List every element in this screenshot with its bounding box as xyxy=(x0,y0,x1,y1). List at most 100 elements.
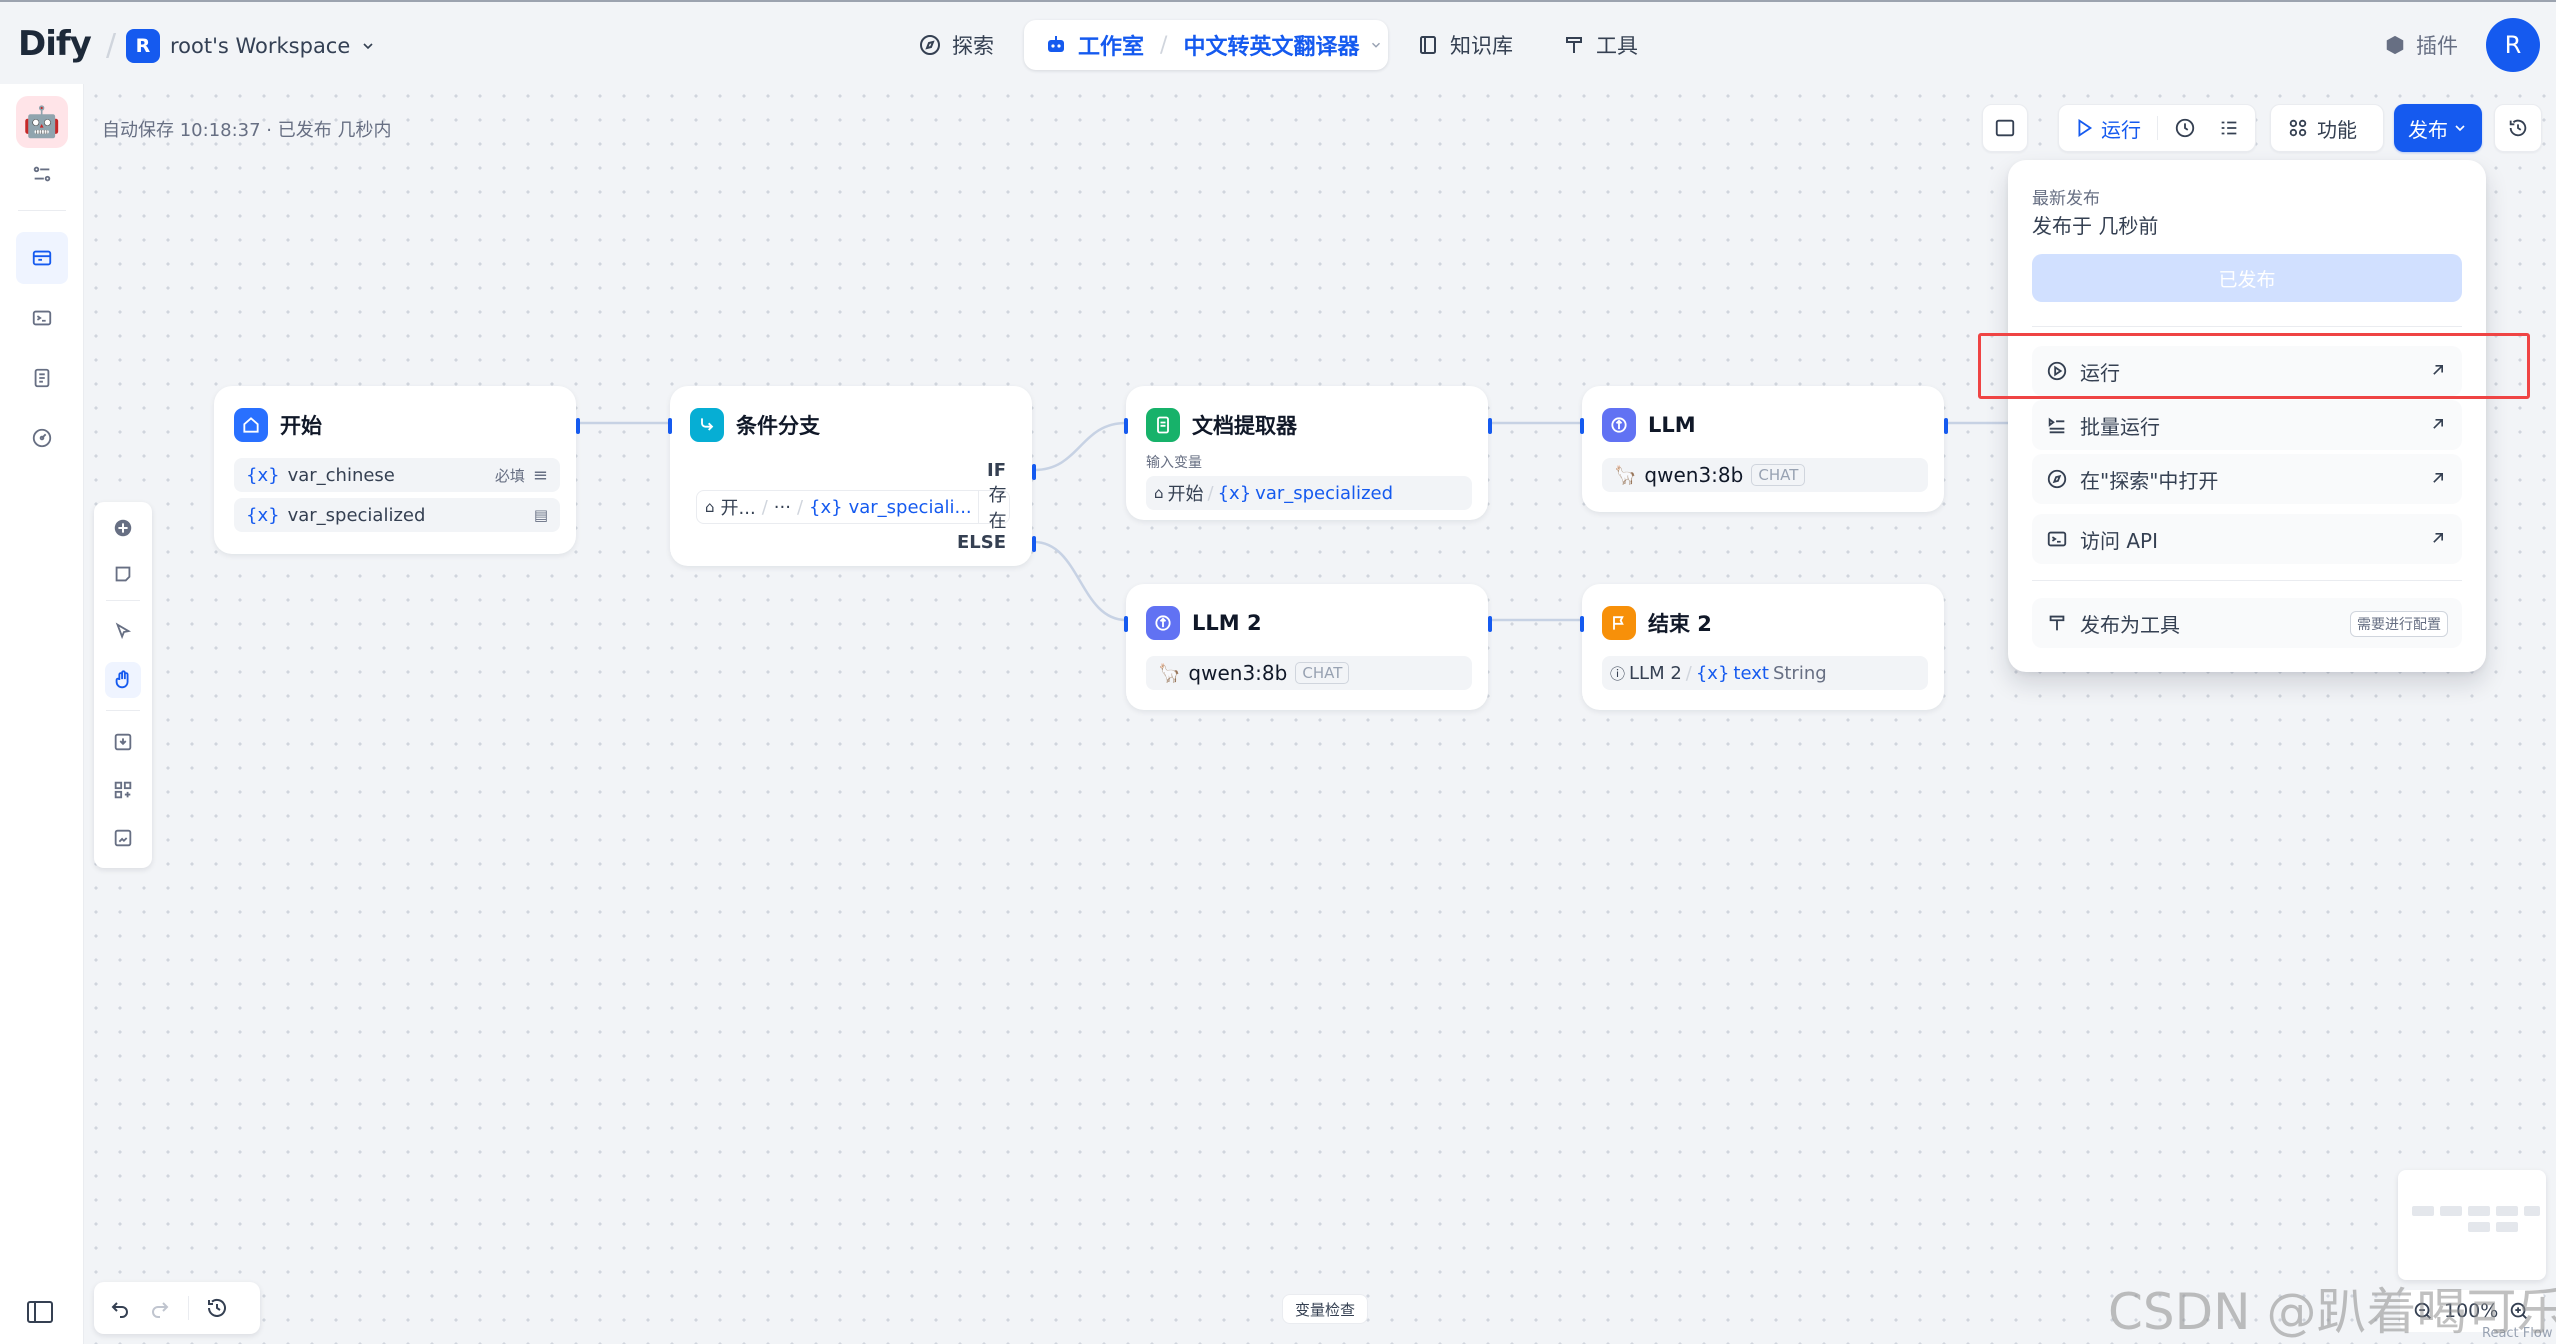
condition-row: ⌂ 开... / ··· / {x} var_speciali... 存在 xyxy=(696,485,1010,532)
hand-icon[interactable] xyxy=(105,662,141,698)
nav-knowledge-label: 知识库 xyxy=(1450,34,1513,58)
plugins-button[interactable]: 插件 xyxy=(2384,30,2458,60)
checklist-icon[interactable] xyxy=(2218,117,2240,139)
cond-op: 存在 xyxy=(977,485,1007,532)
app-settings-icon[interactable] xyxy=(24,156,60,192)
node-title: 结束 2 xyxy=(1648,612,1712,636)
node-if-else[interactable]: 条件分支 IF ⌂ 开... / ··· / {x} var_speciali.… xyxy=(668,386,1036,566)
node-title: 开始 xyxy=(280,414,322,438)
nav-tools[interactable]: 工具 xyxy=(1562,22,1638,68)
menu-access-api-label: 访问 API xyxy=(2080,528,2158,553)
target-handle[interactable] xyxy=(1124,616,1128,632)
logs-icon[interactable] xyxy=(24,360,60,396)
target-handle[interactable] xyxy=(1124,418,1128,434)
required-badge: 必填 xyxy=(494,466,525,485)
monitoring-icon[interactable] xyxy=(24,420,60,456)
target-handle[interactable] xyxy=(1580,616,1584,632)
input-var-row: ⌂ 开始 / {x} var_specialized xyxy=(1146,476,1472,510)
user-avatar[interactable]: R xyxy=(2486,18,2540,72)
organize-icon[interactable] xyxy=(105,772,141,808)
else-source-handle[interactable] xyxy=(1032,536,1036,552)
node-header: 结束 2 xyxy=(1602,606,1712,640)
start-var-row: {x} var_specialized ▤ xyxy=(234,498,560,532)
variable-icon: {x} xyxy=(246,464,280,486)
run-button[interactable]: 运行 xyxy=(2073,114,2141,143)
sidebar-toggle-icon[interactable] xyxy=(26,1300,56,1326)
run-toolbar: 运行 xyxy=(2058,104,2256,152)
nav-studio[interactable]: 工作室 / 中文转英文翻译器 xyxy=(1024,20,1388,70)
nav-explore[interactable]: 探索 xyxy=(918,22,994,68)
sidebar-divider xyxy=(18,210,66,211)
minimap-node xyxy=(2468,1206,2490,1216)
source-handle[interactable] xyxy=(1488,616,1492,632)
src-node: 开始 xyxy=(1167,484,1204,505)
list-play-icon xyxy=(2048,417,2065,434)
publish-button[interactable]: 发布 xyxy=(2394,104,2482,152)
menu-publish-as-tool[interactable]: 发布为工具 需要进行配置 xyxy=(2032,598,2462,648)
menu-divider xyxy=(2032,580,2462,581)
published-button[interactable]: 已发布 xyxy=(2032,254,2462,302)
input-label: 输入变量 xyxy=(1146,455,1202,471)
workspace-switcher[interactable]: R root's Workspace xyxy=(126,27,376,65)
node-start[interactable]: 开始 {x} var_chinese 必填 ≡ {x} var_speciali… xyxy=(214,386,580,554)
model-row: 🦙 qwen3:8b CHAT xyxy=(1602,458,1928,492)
redo-icon[interactable] xyxy=(148,1296,172,1320)
node-llm-2[interactable]: LLM 2 🦙 qwen3:8b CHAT xyxy=(1124,584,1492,710)
minimap[interactable] xyxy=(2398,1170,2546,1280)
version-history-button[interactable] xyxy=(2494,104,2542,152)
if-label: IF xyxy=(987,460,1006,481)
ollama-icon: 🦙 xyxy=(1158,662,1181,684)
workspace-avatar: R xyxy=(126,29,160,63)
minimap-toggle-icon[interactable] xyxy=(105,820,141,856)
dify-logo[interactable]: Dify xyxy=(18,24,92,64)
watermark: CSDN @趴着喝可乐 xyxy=(2108,1283,2556,1341)
export-image-icon[interactable] xyxy=(105,724,141,760)
menu-open-in-explore[interactable]: 在"探索"中打开 xyxy=(2032,454,2462,504)
add-note-icon[interactable] xyxy=(105,556,141,592)
target-handle[interactable] xyxy=(668,418,672,434)
cond-more: ··· xyxy=(773,496,791,518)
node-llm[interactable]: LLM 🦙 qwen3:8b CHAT xyxy=(1580,386,1948,512)
node-title: 条件分支 xyxy=(736,414,820,438)
llm-icon xyxy=(1146,606,1180,640)
arrow-up-right-icon xyxy=(2433,473,2443,483)
terminal-icon[interactable] xyxy=(24,300,60,336)
top-nav: Dify / R root's Workspace 探索 工作室 / 中文转英文… xyxy=(0,0,2556,84)
target-handle[interactable] xyxy=(1580,418,1584,434)
compass-icon xyxy=(2047,469,2067,489)
needs-config-badge: 需要进行配置 xyxy=(2350,611,2448,637)
nav-knowledge[interactable]: 知识库 xyxy=(1416,22,1513,68)
undo-icon[interactable] xyxy=(108,1296,132,1320)
output-var-row: ⓘ LLM 2 / {x} text String xyxy=(1602,656,1928,690)
app-robot-icon[interactable]: 🤖 xyxy=(16,96,68,148)
history-clock-icon[interactable] xyxy=(2174,117,2196,139)
latest-publish-label: 最新发布 xyxy=(2032,189,2100,209)
menu-access-api[interactable]: 访问 API xyxy=(2032,514,2462,564)
app-name[interactable]: 中文转英文翻译器 xyxy=(1183,29,1359,61)
history-icon[interactable] xyxy=(205,1296,229,1320)
orchestrate-icon[interactable] xyxy=(16,232,68,284)
add-node-icon[interactable] xyxy=(105,510,141,546)
node-doc-extractor[interactable]: 文档提取器 输入变量 ⌂ 开始 / {x} var_specialized xyxy=(1124,386,1492,520)
node-header: 文档提取器 xyxy=(1146,408,1297,442)
chevron-down-icon xyxy=(363,43,373,50)
menu-batch-run[interactable]: 批量运行 xyxy=(2032,400,2462,450)
src-node: LLM 2 xyxy=(1629,662,1682,684)
source-handle[interactable] xyxy=(576,418,580,434)
source-handle[interactable] xyxy=(1944,418,1948,434)
env-button[interactable] xyxy=(1982,104,2028,152)
if-source-handle[interactable] xyxy=(1032,464,1036,480)
source-handle[interactable] xyxy=(1488,418,1492,434)
features-button[interactable]: 功能 xyxy=(2270,104,2384,152)
robot-icon xyxy=(1048,36,1064,52)
start-var-row: {x} var_chinese 必填 ≡ xyxy=(234,458,560,492)
menu-batch-run-label: 批量运行 xyxy=(2080,414,2160,439)
undo-redo-bar xyxy=(94,1282,260,1334)
minimap-node xyxy=(2496,1206,2518,1216)
variable-inspect-button[interactable]: 变量检查 xyxy=(1282,1294,1369,1324)
node-end-2[interactable]: 结束 2 ⓘ LLM 2 / {x} text String xyxy=(1580,584,1944,710)
variable-icon: {x} xyxy=(1695,662,1730,684)
tools-divider xyxy=(106,600,140,601)
pointer-icon[interactable] xyxy=(105,614,141,650)
document-icon xyxy=(1146,408,1180,442)
